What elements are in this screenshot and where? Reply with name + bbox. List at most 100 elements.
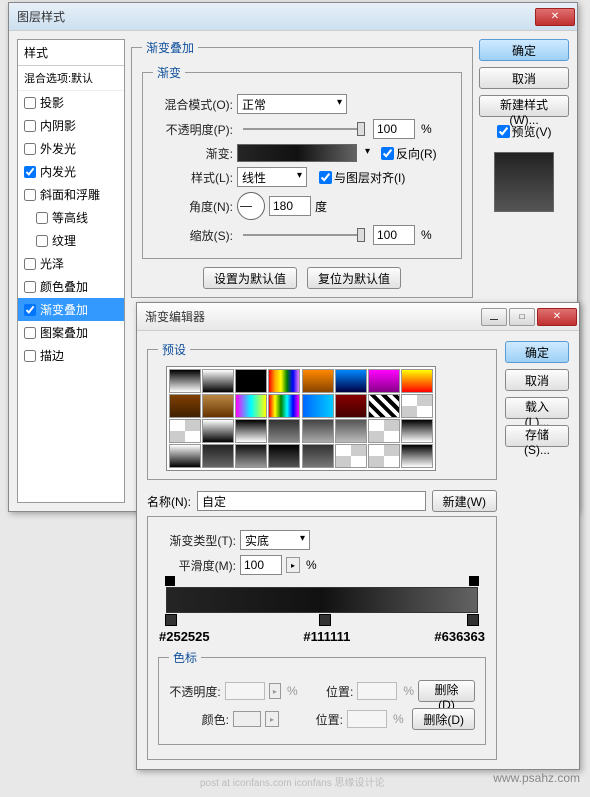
ge-cancel-button[interactable]: 取消 xyxy=(505,369,569,391)
style-item[interactable]: 投影 xyxy=(18,91,124,114)
preset-swatch[interactable] xyxy=(335,419,367,443)
style-checkbox[interactable] xyxy=(24,120,36,132)
style-checkbox[interactable] xyxy=(24,166,36,178)
style-item[interactable]: 外发光 xyxy=(18,137,124,160)
style-dropdown[interactable]: 线性 xyxy=(237,167,307,187)
preset-swatch[interactable] xyxy=(235,419,267,443)
style-item-label: 描边 xyxy=(40,347,64,364)
set-default-button[interactable]: 设置为默认值 xyxy=(203,267,297,289)
style-item[interactable]: 内阴影 xyxy=(18,114,124,137)
style-item[interactable]: 光泽 xyxy=(18,252,124,275)
reset-default-button[interactable]: 复位为默认值 xyxy=(307,267,401,289)
stop-opacity-label: 不透明度: xyxy=(169,683,221,700)
cancel-button[interactable]: 取消 xyxy=(479,67,569,89)
style-item[interactable]: 图案叠加 xyxy=(18,321,124,344)
opacity-input[interactable] xyxy=(373,119,415,139)
color-stop[interactable] xyxy=(467,614,479,626)
style-checkbox[interactable] xyxy=(24,97,36,109)
gradient-preview[interactable] xyxy=(237,144,357,162)
scale-input[interactable] xyxy=(373,225,415,245)
preset-swatch[interactable] xyxy=(235,444,267,468)
preset-swatch[interactable] xyxy=(169,394,201,418)
preset-swatch[interactable] xyxy=(169,444,201,468)
gradient-strip[interactable]: #252525 #111111 #636363 xyxy=(166,587,478,613)
style-checkbox[interactable] xyxy=(24,258,36,270)
preset-swatch[interactable] xyxy=(169,419,201,443)
ok-button[interactable]: 确定 xyxy=(479,39,569,61)
style-checkbox[interactable] xyxy=(36,212,48,224)
blending-options[interactable]: 混合选项:默认 xyxy=(18,66,124,91)
preset-swatch[interactable] xyxy=(368,444,400,468)
style-checkbox[interactable] xyxy=(36,235,48,247)
preset-swatch[interactable] xyxy=(202,419,234,443)
preset-swatch[interactable] xyxy=(401,369,433,393)
preset-swatch[interactable] xyxy=(368,394,400,418)
new-style-button[interactable]: 新建样式(W)... xyxy=(479,95,569,117)
stop-hex-label: #636363 xyxy=(434,629,485,644)
preset-swatch[interactable] xyxy=(401,419,433,443)
style-checkbox[interactable] xyxy=(24,143,36,155)
layer-style-titlebar[interactable]: 图层样式 ✕ xyxy=(9,3,577,31)
maximize-icon[interactable]: □ xyxy=(509,308,535,326)
gradient-editor-titlebar[interactable]: 渐变编辑器 □ ✕ xyxy=(137,303,579,331)
preset-swatch[interactable] xyxy=(235,369,267,393)
color-stop[interactable] xyxy=(319,614,331,626)
preset-swatch[interactable] xyxy=(302,394,334,418)
preset-swatch[interactable] xyxy=(335,394,367,418)
preset-swatch[interactable] xyxy=(202,444,234,468)
preset-swatch[interactable] xyxy=(368,369,400,393)
style-checkbox[interactable] xyxy=(24,350,36,362)
scale-slider[interactable] xyxy=(243,234,363,236)
smoothness-input[interactable] xyxy=(240,555,282,575)
style-checkbox[interactable] xyxy=(24,189,36,201)
preset-swatch[interactable] xyxy=(268,419,300,443)
reverse-checkbox[interactable]: 反向(R) xyxy=(381,145,437,162)
style-checkbox[interactable] xyxy=(24,304,36,316)
style-checkbox[interactable] xyxy=(24,327,36,339)
preset-swatch[interactable] xyxy=(235,394,267,418)
preset-swatch[interactable] xyxy=(202,394,234,418)
smoothness-stepper[interactable]: ▸ xyxy=(286,557,300,573)
style-item[interactable]: 纹理 xyxy=(18,229,124,252)
close-icon[interactable]: ✕ xyxy=(535,8,575,26)
ge-ok-button[interactable]: 确定 xyxy=(505,341,569,363)
preset-swatch[interactable] xyxy=(268,369,300,393)
preset-swatch[interactable] xyxy=(268,444,300,468)
minimize-icon[interactable] xyxy=(481,308,507,326)
angle-input[interactable] xyxy=(269,196,311,216)
color-stop[interactable] xyxy=(165,614,177,626)
close-icon[interactable]: ✕ xyxy=(537,308,577,326)
style-item[interactable]: 描边 xyxy=(18,344,124,367)
style-item-label: 等高线 xyxy=(52,209,88,226)
style-item[interactable]: 等高线 xyxy=(18,206,124,229)
delete-stop-button: 删除(D) xyxy=(418,680,475,702)
angle-dial[interactable] xyxy=(237,192,265,220)
delete-stop-button: 删除(D) xyxy=(412,708,475,730)
ge-load-button[interactable]: 载入(L)... xyxy=(505,397,569,419)
style-item[interactable]: 颜色叠加 xyxy=(18,275,124,298)
style-checkbox[interactable] xyxy=(24,281,36,293)
preview-checkbox[interactable]: 预览(V) xyxy=(479,123,569,140)
preset-swatch[interactable] xyxy=(368,419,400,443)
style-item[interactable]: 内发光 xyxy=(18,160,124,183)
preset-swatch[interactable] xyxy=(268,394,300,418)
style-item[interactable]: 斜面和浮雕 xyxy=(18,183,124,206)
opacity-slider[interactable] xyxy=(243,128,363,130)
preset-swatch[interactable] xyxy=(335,444,367,468)
preset-swatch[interactable] xyxy=(302,369,334,393)
blend-mode-dropdown[interactable]: 正常 xyxy=(237,94,347,114)
preset-swatch[interactable] xyxy=(302,444,334,468)
preset-swatch[interactable] xyxy=(169,369,201,393)
style-item[interactable]: 渐变叠加 xyxy=(18,298,124,321)
preset-swatch[interactable] xyxy=(401,394,433,418)
preset-swatch[interactable] xyxy=(202,369,234,393)
preset-swatch[interactable] xyxy=(302,419,334,443)
ge-save-button[interactable]: 存储(S)... xyxy=(505,425,569,447)
new-gradient-button[interactable]: 新建(W) xyxy=(432,490,497,512)
style-item-label: 斜面和浮雕 xyxy=(40,186,100,203)
gradient-name-input[interactable] xyxy=(197,491,426,511)
align-checkbox[interactable]: 与图层对齐(I) xyxy=(319,169,405,186)
gradient-type-dropdown[interactable]: 实底 xyxy=(240,530,310,550)
preset-swatch[interactable] xyxy=(401,444,433,468)
preset-swatch[interactable] xyxy=(335,369,367,393)
